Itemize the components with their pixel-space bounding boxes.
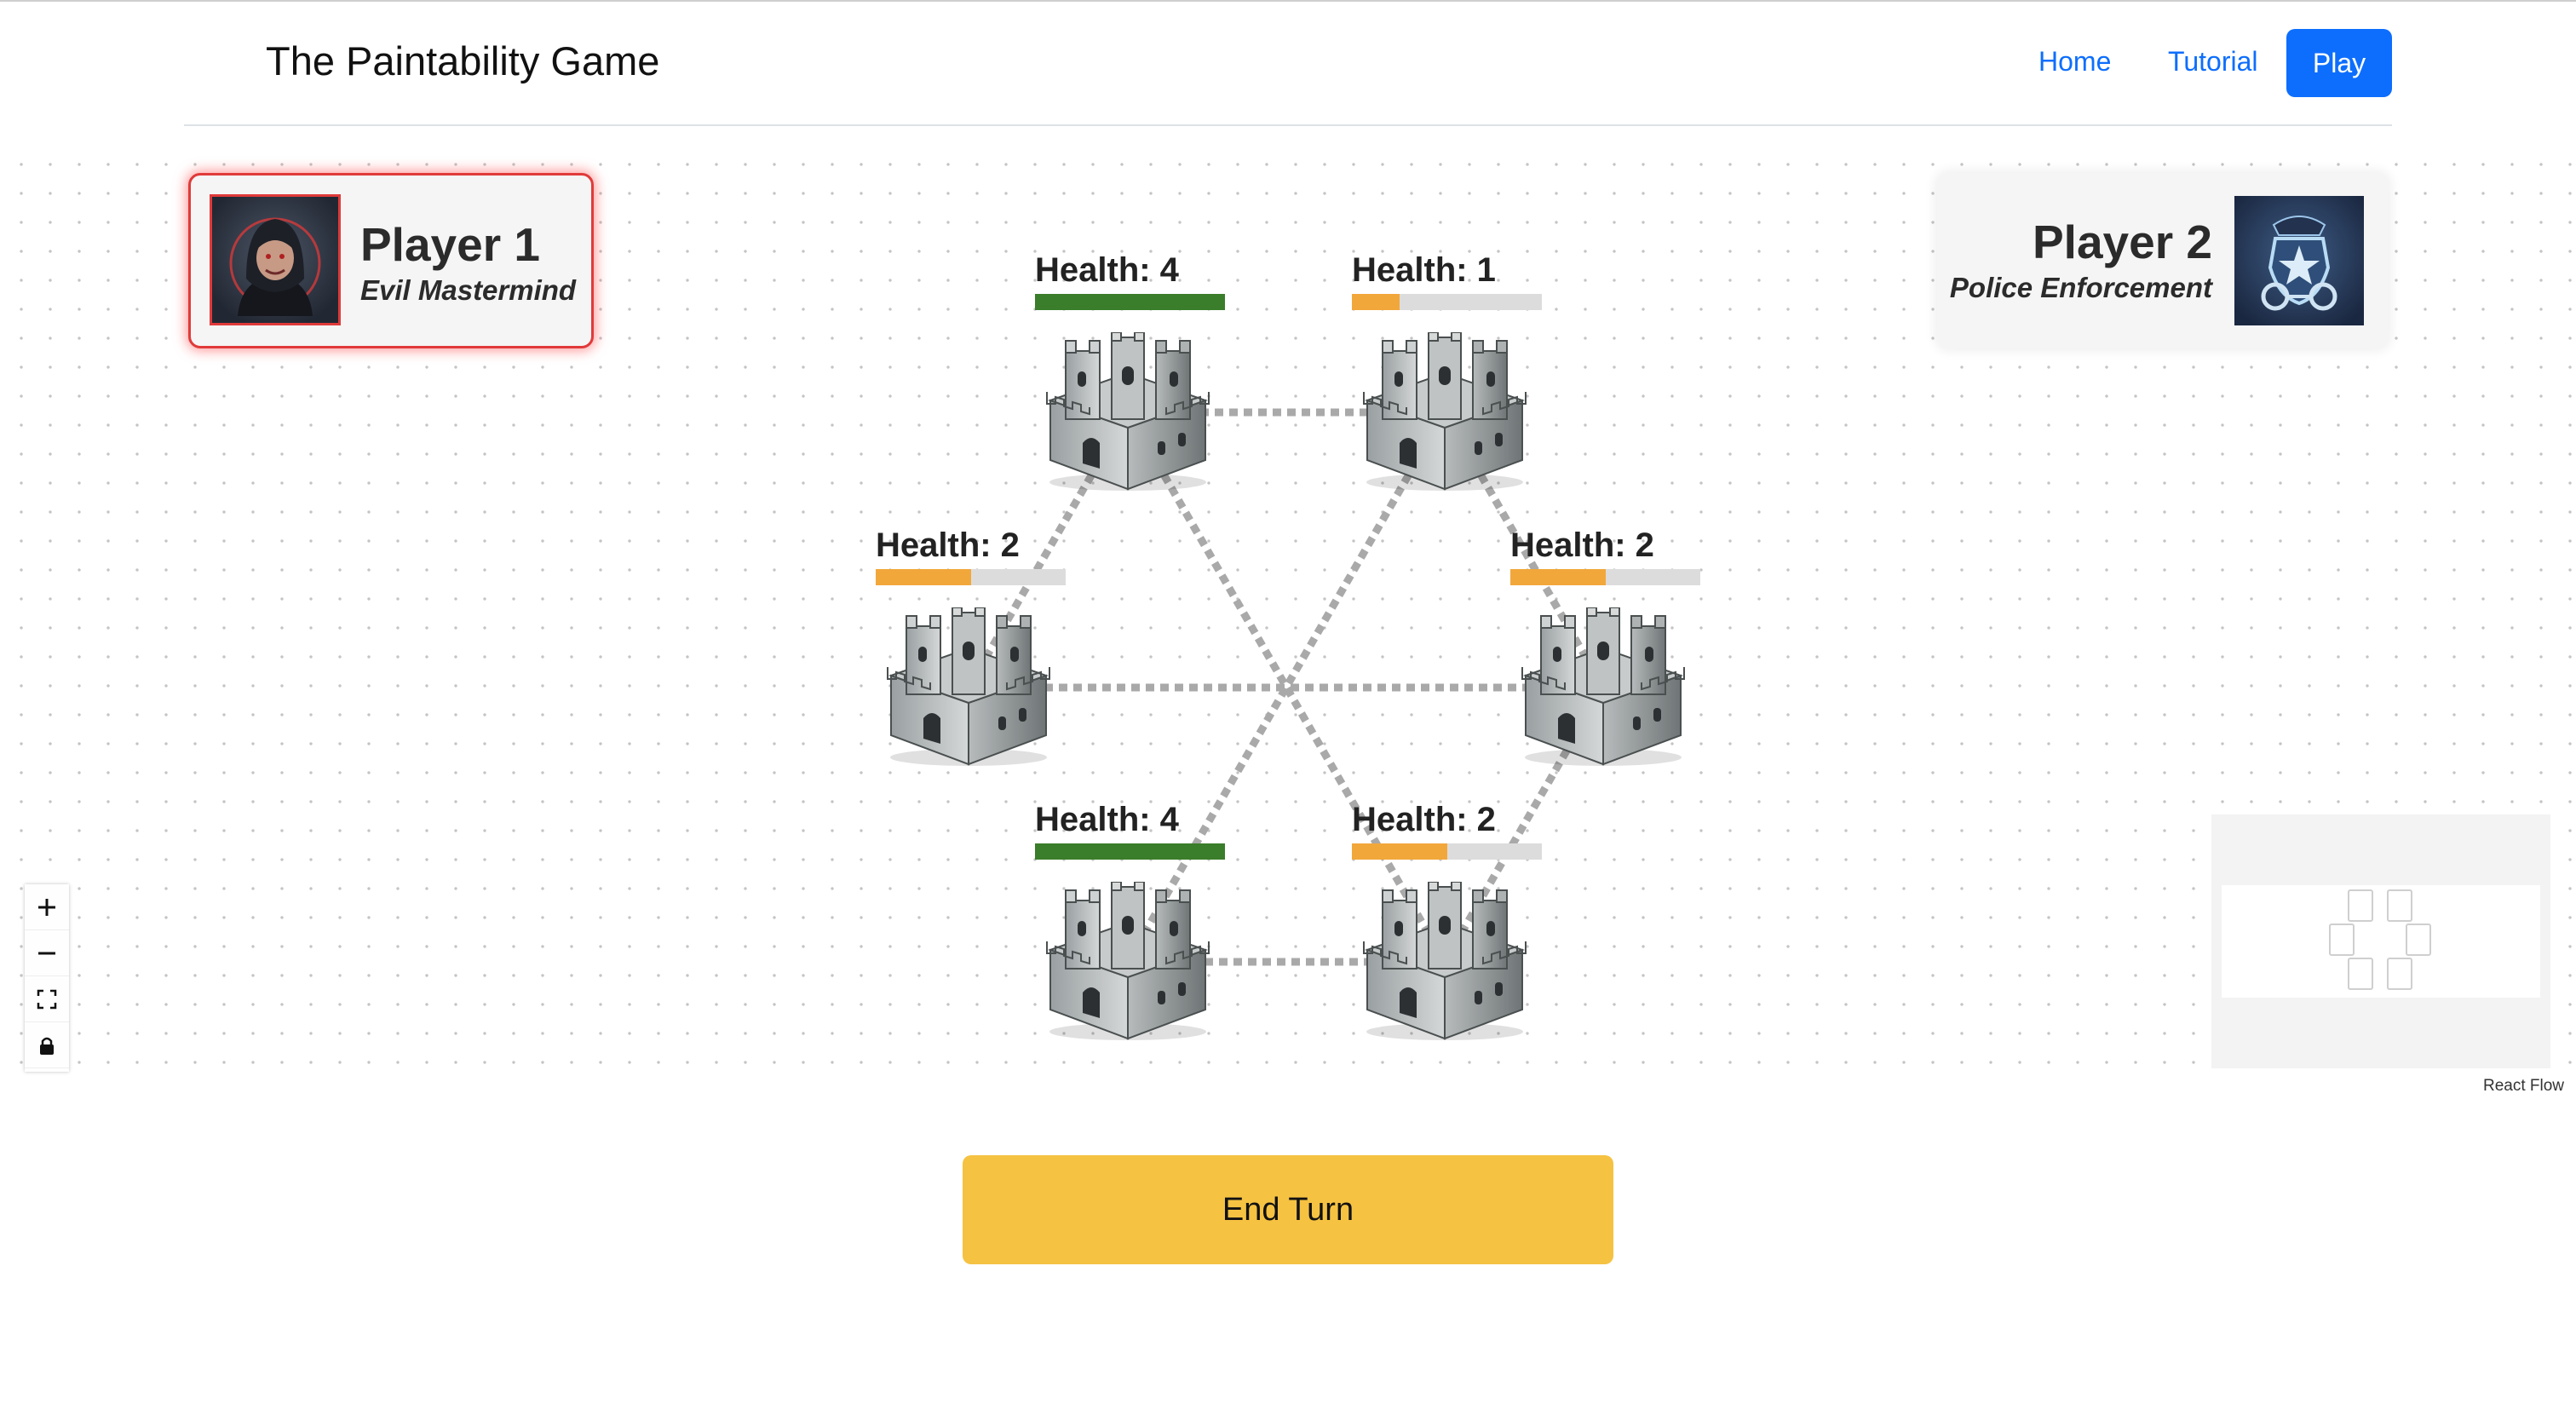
lock-button[interactable] <box>25 1022 69 1068</box>
fit-view-icon <box>37 989 57 1009</box>
health-bar <box>876 569 1066 585</box>
castle-icon <box>1515 607 1691 768</box>
health-label: Health: 1 <box>1352 251 1496 289</box>
health-bar-fill <box>1035 294 1225 310</box>
react-flow-attribution[interactable]: React Flow <box>2483 1077 2564 1096</box>
castle-node[interactable]: Health: 4 <box>1035 801 1231 1048</box>
health-bar <box>1035 843 1225 860</box>
zoom-out-button[interactable] <box>25 930 69 976</box>
health-bar <box>1035 294 1225 310</box>
health-label: Health: 2 <box>876 526 1020 564</box>
minimap-node <box>2406 924 2431 956</box>
minimap-node <box>2387 889 2412 922</box>
health-bar <box>1352 843 1542 860</box>
castle-node[interactable]: Health: 1 <box>1352 251 1548 498</box>
minimap-node <box>2329 924 2355 956</box>
health-bar-fill <box>1352 294 1400 310</box>
health-label: Health: 4 <box>1035 251 1179 289</box>
health-bar-fill <box>1035 843 1225 860</box>
castle-node[interactable]: Health: 2 <box>1352 801 1548 1048</box>
health-label: Health: 4 <box>1035 801 1179 838</box>
health-bar-fill <box>1510 569 1606 585</box>
zoom-in-button[interactable] <box>25 884 69 930</box>
castle-icon <box>1357 882 1532 1042</box>
end-turn-button[interactable]: End Turn <box>963 1155 1613 1264</box>
health-bar-fill <box>876 569 971 585</box>
minimap-node <box>2387 958 2412 990</box>
castle-icon <box>881 607 1056 768</box>
minimap-viewport <box>2222 885 2540 998</box>
castle-icon <box>1040 882 1216 1042</box>
health-bar-fill <box>1352 843 1447 860</box>
castle-node[interactable]: Health: 4 <box>1035 251 1231 498</box>
health-bar <box>1352 294 1542 310</box>
castle-icon <box>1357 332 1532 492</box>
flow-controls <box>25 884 69 1072</box>
health-label: Health: 2 <box>1510 526 1654 564</box>
zoom-in-icon <box>38 898 55 916</box>
health-label: Health: 2 <box>1352 801 1496 838</box>
minimap[interactable] <box>2211 814 2550 1068</box>
zoom-out-icon <box>38 952 55 954</box>
castle-icon <box>1040 332 1216 492</box>
fit-view-button[interactable] <box>25 976 69 1022</box>
lock-icon <box>40 1037 54 1055</box>
minimap-node <box>2348 958 2373 990</box>
health-bar <box>1510 569 1700 585</box>
castle-node[interactable]: Health: 2 <box>1510 526 1706 774</box>
minimap-node <box>2348 889 2373 922</box>
castle-node[interactable]: Health: 2 <box>876 526 1072 774</box>
